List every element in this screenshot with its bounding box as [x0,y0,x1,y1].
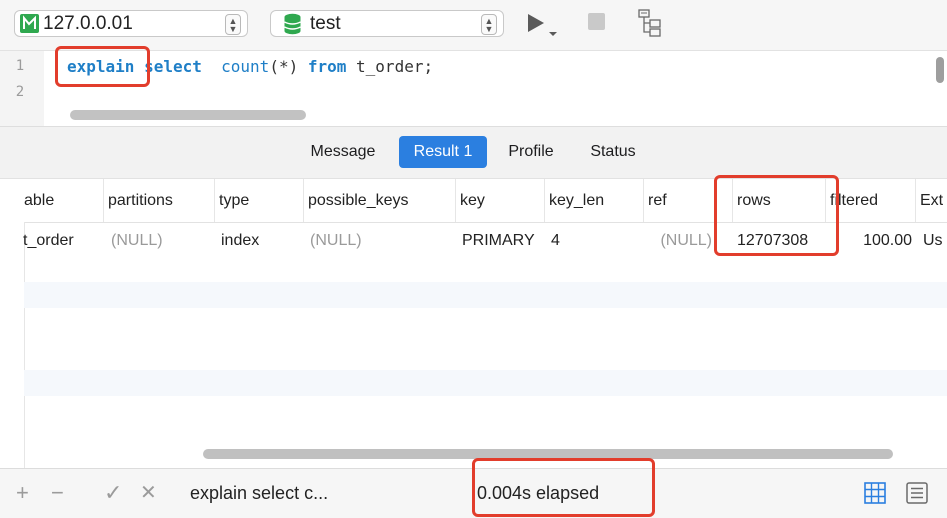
chevron-updown-icon: ▲ ▼ [225,14,241,35]
result-tabs: Message Result 1 Profile Status [0,126,947,179]
connection-label: 127.0.0.01 [43,12,133,34]
column-header-ref[interactable]: ref [643,179,732,222]
editor-horizontal-scrollbar[interactable] [70,110,306,120]
function-count: count [221,57,270,76]
explain-plan-icon[interactable] [636,8,666,38]
row-header-strip [0,222,25,469]
elapsed-time: 0.004s elapsed [477,483,600,503]
cell-rows[interactable]: 12707308 [737,222,827,260]
tab-result-1[interactable]: Result 1 [399,136,487,168]
cell-table[interactable]: t_order [23,222,103,260]
cell-possible-keys[interactable]: (NULL) [310,222,450,260]
database-icon [284,13,301,34]
tab-status[interactable]: Status [579,136,647,168]
cell-partitions[interactable]: (NULL) [111,222,211,260]
keyword-from: from [307,57,347,76]
connection-select[interactable]: 127.0.0.01 ▲ ▼ [14,10,248,37]
apply-changes-button[interactable]: ✓ [104,481,122,505]
empty-row [24,282,947,308]
cell-ref[interactable]: (NULL) [628,222,712,260]
table-name: t_order; [356,57,434,76]
cell-key[interactable]: PRIMARY [462,222,542,260]
column-header-type[interactable]: type [214,179,303,222]
database-label: test [310,12,341,34]
line-number: 1 [15,58,25,74]
database-select[interactable]: test ▲ ▼ [270,10,504,37]
count-args: (*) [269,57,299,76]
keyword-select: select [144,57,202,76]
line-number: 2 [15,84,25,100]
keyword-explain: explain [67,57,135,76]
play-icon[interactable] [526,12,560,38]
connection-icon [20,14,39,33]
cell-extra[interactable]: Us [923,222,947,260]
column-header-key-len[interactable]: key_len [544,179,643,222]
editor-vertical-scrollbar[interactable] [936,57,944,83]
tab-profile[interactable]: Profile [497,136,565,168]
result-grid: able partitions type possible_keys key k… [0,178,947,469]
sql-editor[interactable]: 1 2 explain select count(*) from t_order… [0,50,947,127]
column-header-rows[interactable]: rows [732,179,825,222]
column-header-filtered[interactable]: filtered [825,179,915,222]
add-row-button[interactable]: + [16,481,29,505]
delete-row-button[interactable]: − [51,481,64,505]
cell-filtered[interactable]: 100.00 [832,222,912,260]
status-bar: + − ✓ ✕ explain select c... 0.004s elaps… [0,468,947,518]
table-row[interactable]: t_order (NULL) index (NULL) PRIMARY 4 (N… [23,222,947,260]
grid-view-icon[interactable] [864,482,886,504]
chevron-updown-icon: ▲ ▼ [481,14,497,35]
tab-message[interactable]: Message [298,136,388,168]
stop-icon[interactable] [588,13,605,30]
column-header-extra[interactable]: Ext [915,179,947,222]
cell-type[interactable]: index [221,222,301,260]
grid-header: able partitions type possible_keys key k… [0,179,947,223]
column-header-possible-keys[interactable]: possible_keys [303,179,455,222]
grid-horizontal-scrollbar[interactable] [203,449,893,459]
line-number-gutter: 1 2 [0,51,44,127]
column-header-table[interactable]: able [20,179,103,222]
discard-changes-button[interactable]: ✕ [140,481,157,505]
empty-row [24,370,947,396]
sql-code-line: explain select count(*) from t_order; [67,57,433,76]
column-header-key[interactable]: key [455,179,544,222]
toolbar: 127.0.0.01 ▲ ▼ test ▲ ▼ [0,0,947,50]
column-header-partitions[interactable]: partitions [103,179,214,222]
query-preview: explain select c... [190,483,329,503]
form-view-icon[interactable] [906,482,928,504]
